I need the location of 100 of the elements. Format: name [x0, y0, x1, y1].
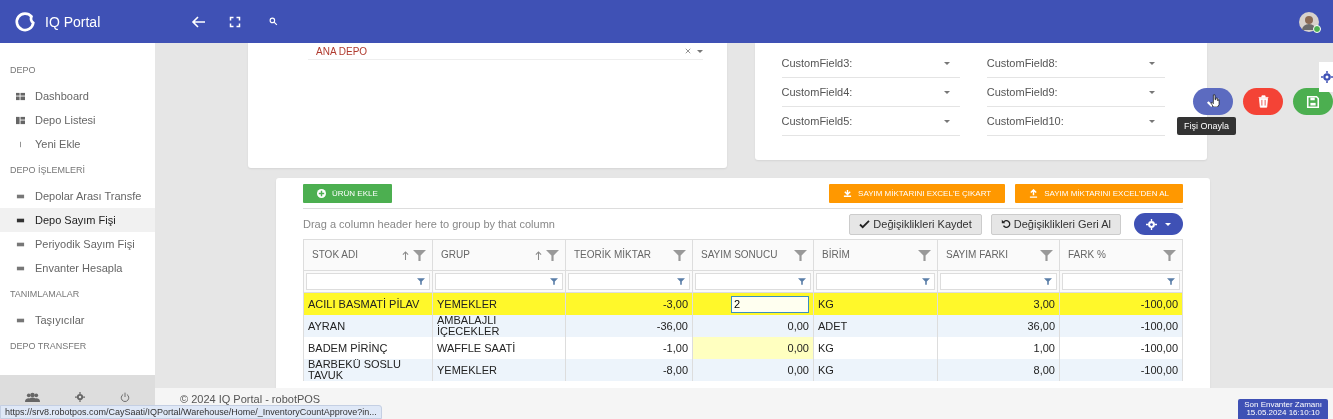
sidebar-item[interactable]: Periyodik Sayım Fişi [0, 232, 155, 256]
delete-button[interactable] [1243, 88, 1283, 115]
column-header[interactable]: GRUP [432, 239, 566, 271]
filter-icon[interactable] [794, 249, 807, 261]
table-cell: YEMEKLER [437, 297, 497, 310]
search-icon[interactable] [269, 17, 278, 26]
filter-field[interactable] [306, 273, 430, 290]
table-cell: KG [818, 341, 834, 354]
filter-icon[interactable] [1163, 249, 1176, 261]
warehouse-select[interactable]: ANA DEPO [308, 43, 703, 60]
custom-field-select[interactable]: CustomField9: [986, 78, 1165, 107]
table-cell: BARBEKÜ SOSLU TAVUK [308, 358, 401, 381]
sidebar-item[interactable]: Dashboard [0, 84, 155, 108]
table-cell: 3,00 [1033, 297, 1055, 310]
sort-arrow-icon[interactable] [402, 250, 409, 260]
save-changes-button[interactable]: Değişiklikleri Kaydet [849, 213, 982, 235]
plus-circle-icon [317, 189, 326, 198]
section-heading: TANIMLAMALAR [9, 288, 81, 301]
trash-icon [1256, 95, 1270, 108]
custom-field-select[interactable]: CustomField8: [986, 49, 1165, 78]
filter-icon[interactable] [1167, 278, 1175, 285]
custom-field-select[interactable]: CustomField4: [781, 78, 960, 107]
filter-icon[interactable] [798, 278, 806, 285]
layout-icon [16, 115, 25, 125]
sidebar-item[interactable]: Depo Sayım Fişi [0, 208, 155, 232]
table-cell: -100,00 [1140, 297, 1178, 310]
filter-icon[interactable] [922, 278, 930, 285]
filter-field[interactable] [435, 273, 563, 290]
settings-icon[interactable] [75, 392, 85, 402]
sidebar-item[interactable]: Depolar Arası Transfe [0, 184, 155, 208]
filter-icon[interactable] [550, 278, 558, 285]
table-cell: 0,00 [787, 319, 809, 332]
filter-icon[interactable] [673, 249, 686, 261]
column-header[interactable]: SAYIM FARKI [937, 239, 1060, 271]
avatar[interactable] [1299, 11, 1319, 32]
column-header[interactable]: TEORİK MİKTAR [565, 239, 693, 271]
table-cell: -3,00 [662, 297, 688, 310]
download-icon [843, 189, 853, 198]
sidebar-item[interactable]: Depo Listesi [0, 108, 155, 132]
filter-field[interactable] [816, 273, 935, 290]
table-cell: -1,00 [662, 341, 688, 354]
hand-cursor-icon [1210, 94, 1220, 107]
filter-icon[interactable] [413, 249, 426, 261]
table-cell: -100,00 [1140, 341, 1178, 354]
filter-icon[interactable] [1044, 278, 1052, 285]
table-cell: KG [818, 297, 834, 310]
filter-icon[interactable] [1040, 249, 1053, 261]
clear-icon[interactable] [684, 48, 691, 54]
section-heading: DEPO TRANSFER [9, 340, 88, 353]
logo-icon [14, 10, 36, 33]
column-header[interactable]: FARK % [1059, 239, 1183, 271]
filter-field[interactable] [1062, 273, 1180, 290]
custom-field-select[interactable]: CustomField3: [781, 49, 960, 78]
table-cell: 36,00 [1027, 319, 1055, 332]
filter-field[interactable] [940, 273, 1057, 290]
back-icon[interactable] [191, 13, 207, 30]
filter-icon[interactable] [546, 249, 559, 261]
filter-icon[interactable] [918, 249, 931, 261]
fullscreen-icon[interactable] [229, 15, 241, 28]
sort-arrow-icon[interactable] [535, 250, 542, 260]
sidebar-item[interactable]: Yeni Ekle [0, 132, 155, 156]
table-cell: WAFFLE SAATİ [437, 341, 516, 354]
users-icon[interactable] [25, 391, 41, 403]
group-hint: Drag a column header here to group by that column [303, 218, 555, 230]
section-heading: DEPO [9, 64, 37, 77]
table-cell: 0,00 [787, 363, 809, 376]
table-cell: YEMEKLER [437, 363, 497, 376]
custom-field-select[interactable]: CustomField10: [986, 107, 1165, 136]
table-cell: -36,00 [656, 319, 688, 332]
table-cell: AMBALAJLI İÇECEKLER [437, 314, 500, 337]
table-cell: KG [818, 363, 834, 376]
column-header[interactable]: STOK ADI [303, 239, 433, 271]
custom-field-select[interactable]: CustomField5: [781, 107, 960, 136]
column-header[interactable]: BİRİM [813, 239, 938, 271]
settings-dropdown-button[interactable] [1134, 213, 1183, 235]
revert-changes-button[interactable]: Değişiklikleri Geri Al [990, 213, 1121, 235]
sidebar-item[interactable]: Envanter Hesapla [0, 256, 155, 280]
table-cell: 8,00 [1033, 363, 1055, 376]
table-cell: -8,00 [662, 363, 688, 376]
table-cell: ACILI BASMATİ PİLAV [308, 297, 420, 310]
table-cell: BADEM PİRİNÇ [308, 341, 388, 354]
power-icon[interactable] [119, 392, 130, 402]
sidebar-item[interactable]: Taşıyıcılar [0, 308, 155, 332]
gear-icon [1321, 71, 1333, 83]
filter-field[interactable] [695, 273, 811, 290]
table-cell: -100,00 [1140, 363, 1178, 376]
filter-icon[interactable] [677, 278, 685, 285]
column-header[interactable]: SAYIM SONUCU [692, 239, 814, 271]
check-icon [859, 219, 871, 229]
table-cell: -100,00 [1140, 319, 1178, 332]
app-title: IQ Portal [45, 13, 102, 30]
undo-icon [1000, 219, 1011, 229]
side-settings-tab[interactable] [1319, 62, 1333, 92]
table-cell: AYRAN [308, 319, 346, 332]
filter-field[interactable] [568, 273, 690, 290]
count-input[interactable]: 2 [731, 295, 809, 313]
gear-icon [1146, 218, 1157, 230]
table-cell: 0,00 [787, 341, 809, 354]
upload-icon [1029, 189, 1039, 198]
filter-icon[interactable] [417, 278, 425, 285]
